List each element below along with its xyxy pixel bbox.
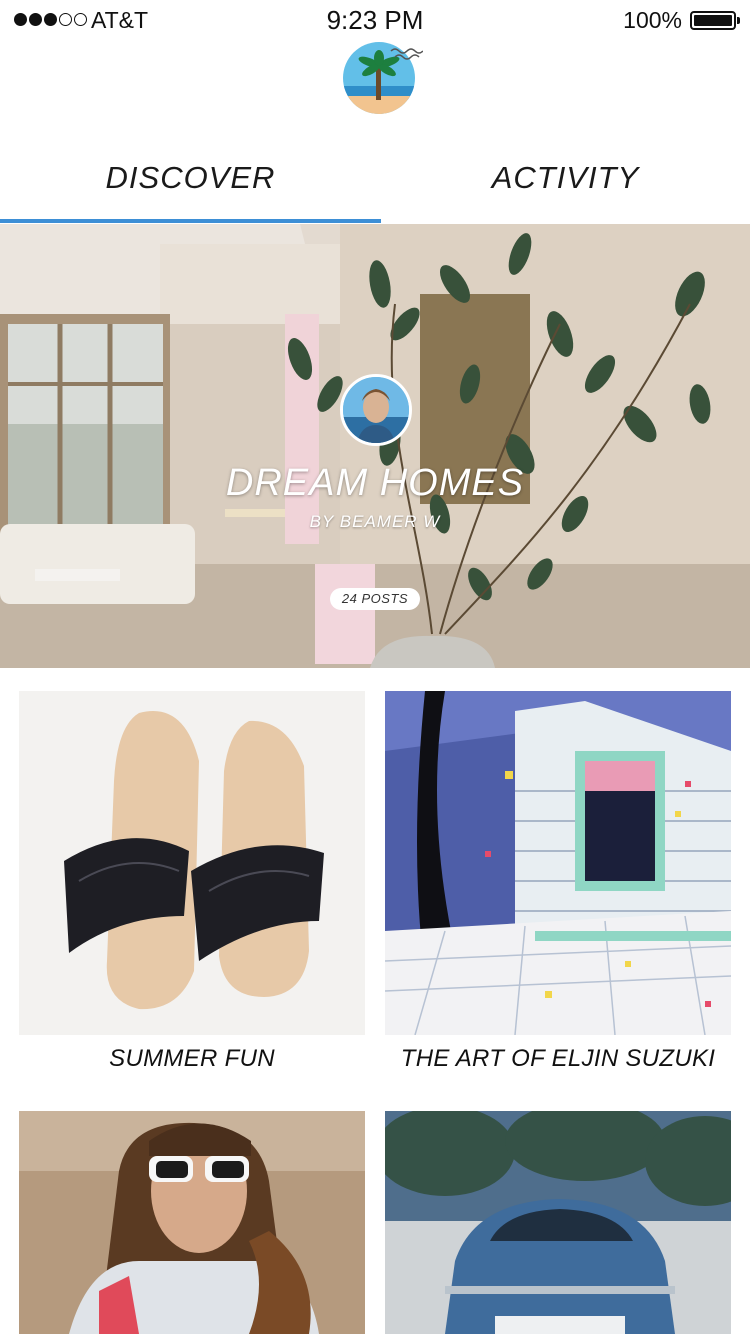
featured-collection-card[interactable]: DREAM HOMES BY BEAMER W 24 POSTS (0, 224, 750, 668)
posts-count-badge: 24 POSTS (330, 588, 420, 610)
retro-illustration-art (385, 691, 731, 1035)
author-avatar[interactable] (340, 374, 412, 446)
featured-collection-title: DREAM HOMES (225, 462, 525, 504)
tab-activity[interactable]: ACTIVITY (381, 140, 750, 220)
battery-percent: 100% (623, 7, 682, 33)
woman-with-sunglasses-photo (19, 1111, 365, 1334)
collection-title: THE ART OF ELJIN SUZUKI (400, 1045, 716, 1072)
status-bar: AT&T 9:23 PM 100% (0, 0, 750, 40)
leather-sandals-photo (19, 691, 365, 1035)
vintage-blue-car-photo (385, 1111, 731, 1334)
tab-bar: DISCOVER ACTIVITY (0, 140, 750, 224)
active-tab-indicator (0, 219, 381, 223)
collection-title: SUMMER FUN (109, 1045, 275, 1072)
battery-icon (690, 11, 740, 30)
palm-beach-logo-icon[interactable] (343, 42, 423, 114)
featured-collection-author[interactable]: BY BEAMER W (0, 512, 750, 532)
tab-discover[interactable]: DISCOVER (0, 140, 381, 220)
